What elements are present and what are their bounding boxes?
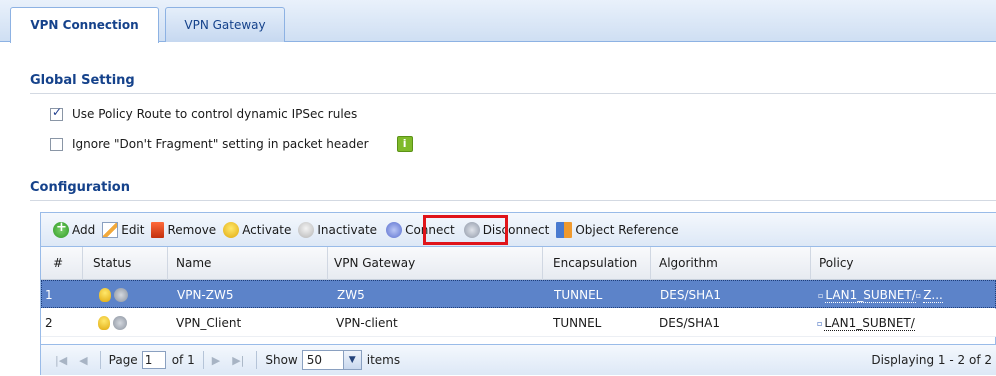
column-header-name[interactable]: Name	[168, 247, 328, 280]
disconnect-icon	[463, 221, 480, 238]
row-status	[98, 309, 158, 337]
page-size-select[interactable]: 50 ▼	[301, 350, 362, 370]
section-divider	[30, 200, 996, 201]
edit-icon	[102, 221, 119, 238]
use-policy-route-option[interactable]: Use Policy Route to control dynamic IPSe…	[50, 105, 358, 122]
column-header-vpn-gateway[interactable]: VPN Gateway	[328, 247, 543, 280]
trash-icon	[151, 221, 165, 238]
row-policy[interactable]: ▫ LAN1_SUBNET/▫ Z...	[818, 281, 994, 309]
chevron-down-icon[interactable]: ▼	[342, 351, 361, 369]
section-divider	[30, 93, 996, 94]
table-row[interactable]: 1 VPN-ZW5 ZW5 TUNNEL DES/SHA1 ▫ LAN1_SUBN…	[41, 280, 996, 308]
page-label: Page	[108, 353, 138, 367]
activate-button[interactable]: Activate	[223, 219, 291, 241]
grid-pager: |◀ ◀ Page 1 of 1 ▶ ▶| Show 50 ▼ items Di…	[41, 344, 996, 375]
row-index: 2	[45, 316, 53, 330]
address-object-icon: ▫	[915, 291, 922, 300]
row-name: VPN-ZW5	[177, 288, 234, 302]
add-icon	[53, 220, 69, 238]
tunnel-status-icon	[113, 316, 127, 330]
add-button[interactable]: Add	[53, 219, 95, 241]
address-object-icon: ▫	[818, 291, 824, 300]
lightbulb-on-icon	[223, 221, 240, 238]
pager-separator	[256, 351, 258, 369]
row-vpn-gateway: VPN-client	[336, 316, 398, 330]
show-label: Show	[265, 353, 298, 367]
edit-button[interactable]: Edit	[102, 219, 144, 241]
policy-local-link[interactable]: LAN1_SUBNET/	[825, 288, 916, 303]
displaying-count: Displaying 1 - 2 of 2	[871, 353, 992, 367]
row-status	[99, 281, 159, 309]
activate-button-label: Activate	[242, 222, 292, 237]
object-reference-button[interactable]: Object Reference	[556, 219, 679, 241]
row-policy[interactable]: ▫ LAN1_SUBNET/	[817, 309, 993, 337]
prev-page-icon[interactable]: ◀	[79, 354, 87, 367]
page-number-input[interactable]: 1	[141, 351, 166, 369]
policy-remote-link[interactable]: Z...	[923, 288, 943, 303]
lightbulb-on-icon	[98, 316, 110, 330]
ignore-dont-fragment-checkbox[interactable]	[50, 137, 63, 151]
add-button-label: Add	[72, 222, 96, 237]
lightbulb-on-icon	[99, 288, 111, 302]
tab-vpn-gateway[interactable]: VPN Gateway	[165, 7, 285, 42]
connect-button-label: Connect	[405, 222, 455, 237]
first-page-icon[interactable]: |◀	[55, 354, 67, 367]
column-header-encapsulation[interactable]: Encapsulation	[543, 247, 651, 280]
policy-local-link[interactable]: LAN1_SUBNET/	[824, 316, 915, 331]
disconnect-button-label: Disconnect	[482, 222, 550, 237]
tab-vpn-connection[interactable]: VPN Connection	[10, 7, 159, 43]
connect-icon	[386, 221, 403, 238]
edit-button-label: Edit	[121, 222, 145, 237]
tab-strip: VPN Connection VPN Gateway	[0, 0, 996, 43]
column-header-status[interactable]: Status	[83, 247, 168, 280]
row-name: VPN_Client	[176, 316, 242, 330]
remove-button[interactable]: Remove	[151, 219, 216, 241]
connect-button[interactable]: Connect	[384, 219, 457, 241]
page-count-label: of 1	[171, 353, 195, 367]
row-encapsulation: TUNNEL	[553, 316, 602, 330]
column-header-algorithm[interactable]: Algorithm	[651, 247, 811, 280]
row-index: 1	[45, 288, 53, 302]
column-header-policy[interactable]: Policy	[811, 247, 996, 280]
pager-separator	[202, 351, 204, 369]
grid-header: # Status Name VPN Gateway Encapsulation …	[41, 247, 996, 280]
items-label: items	[366, 353, 401, 367]
table-row[interactable]: 2 VPN_Client VPN-client TUNNEL DES/SHA1 …	[41, 309, 996, 337]
row-encapsulation: TUNNEL	[554, 288, 603, 302]
pager-separator	[99, 351, 101, 369]
object-reference-icon	[556, 221, 573, 238]
grid-toolbar: Add Edit Remove Activate Inactivate Conn…	[41, 213, 996, 247]
next-page-icon[interactable]: ▶	[212, 354, 220, 367]
remove-button-label: Remove	[167, 222, 217, 237]
ignore-dont-fragment-option[interactable]: Ignore "Don't Fragment" setting in packe…	[50, 136, 413, 152]
row-vpn-gateway: ZW5	[337, 288, 365, 302]
use-policy-route-label: Use Policy Route to control dynamic IPSe…	[72, 107, 358, 121]
inactivate-button[interactable]: Inactivate	[298, 219, 377, 241]
column-header-index[interactable]: #	[41, 247, 83, 280]
tunnel-status-icon	[114, 288, 128, 302]
row-algorithm: DES/SHA1	[660, 288, 721, 302]
use-policy-route-checkbox[interactable]	[50, 105, 63, 121]
disconnect-button[interactable]: Disconnect	[463, 219, 550, 241]
address-object-icon: ▫	[817, 319, 823, 328]
configuration-title: Configuration	[30, 180, 130, 195]
page-size-value: 50	[306, 353, 323, 367]
row-algorithm: DES/SHA1	[659, 316, 720, 330]
object-reference-button-label: Object Reference	[575, 222, 679, 237]
inactivate-button-label: Inactivate	[317, 222, 378, 237]
last-page-icon[interactable]: ▶|	[232, 354, 244, 367]
ignore-dont-fragment-label: Ignore "Don't Fragment" setting in packe…	[72, 137, 369, 151]
vpn-connection-grid: Add Edit Remove Activate Inactivate Conn…	[40, 212, 996, 375]
lightbulb-off-icon	[298, 221, 315, 238]
global-setting-title: Global Setting	[30, 73, 135, 88]
info-icon[interactable]: i	[396, 136, 413, 152]
